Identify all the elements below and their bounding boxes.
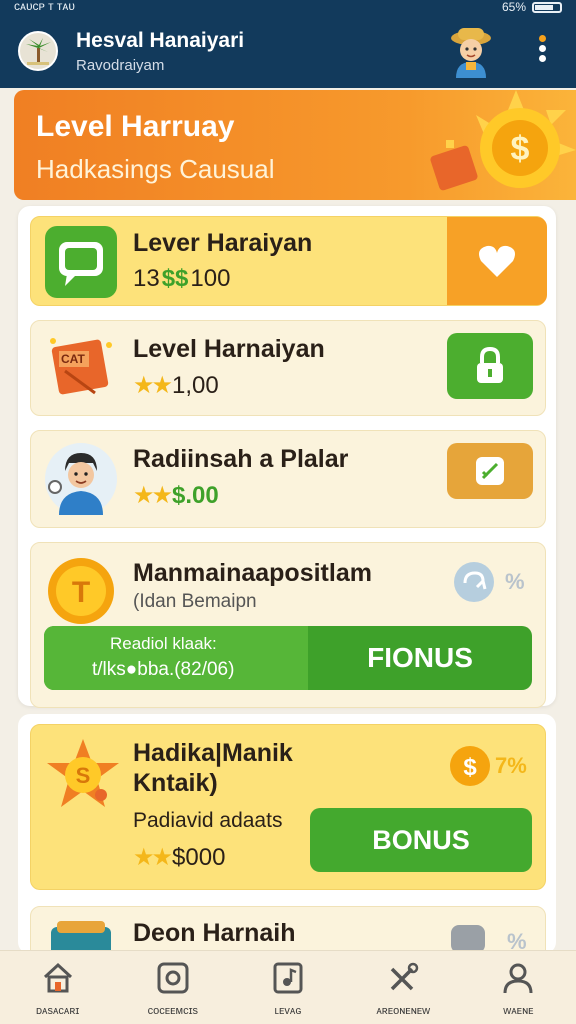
bottom-nav: ᴅᴀsᴀᴄᴀʀɪ ᴄᴏᴄᴇᴇᴍᴄɪs ʟᴇᴠᴀɢ ᴀʀᴇᴏɴᴇɴᴇᴡ ᴡᴀᴇɴᴇ [0, 950, 576, 1024]
banner-subtitle: Hadkasings Causual [36, 154, 275, 184]
list-item[interactable]: Radiinsah a Plalar ★★ $.00 [30, 430, 546, 528]
nav-label: ᴡᴀᴇɴᴇ [503, 1005, 534, 1017]
item-value: ★★ $000 [133, 843, 226, 872]
star-coin-icon: S [47, 739, 119, 807]
nav-label: ʟᴇᴠᴀɢ [274, 1005, 302, 1017]
heart-icon [479, 245, 515, 277]
list-item[interactable]: CAT Level Harnaiyan ★★ 1,00 [30, 320, 546, 416]
bonus-button[interactable]: BONUS [310, 808, 532, 872]
item-value: ★★ $.00 [133, 481, 219, 510]
nav-item-tools[interactable]: ᴀʀᴇᴏɴᴇɴᴇᴡ [346, 951, 461, 1024]
level-banner[interactable]: Level Harruay Hadkasings Causual $ [14, 90, 576, 200]
list-item[interactable]: Lever Haraiyan 13 $$ 100 [30, 216, 547, 306]
nav-label: ᴅᴀsᴀᴄᴀʀɪ [35, 1005, 80, 1017]
palm-logo-icon [18, 31, 58, 71]
sun-coin-icon: $ [430, 90, 576, 191]
coin-icon: T [48, 558, 114, 624]
status-bar: ᴄᴀᴜᴄᴘ ᴛ ᴛᴀᴜ 65% [0, 0, 576, 14]
item-value: ★★ 1,00 [133, 371, 219, 400]
nav-item-home[interactable]: ᴅᴀsᴀᴄᴀʀɪ [0, 951, 115, 1024]
svg-text:$: $ [463, 754, 477, 781]
lock-icon [477, 347, 503, 383]
bonus-line2: t/lks●bba.(82/06) [92, 659, 235, 680]
chat-icon [45, 226, 117, 298]
status-text: ᴄᴀᴜᴄᴘ ᴛ ᴛᴀᴜ [14, 0, 75, 13]
item-value: 13 $$ 100 [133, 265, 231, 292]
app-header: Hesval Hanaiyari Ravodraiyam [0, 14, 576, 88]
item-name-line1: Hadika|Manik [133, 739, 293, 767]
app-subtitle: Ravodraiyam [76, 56, 165, 74]
music-icon [273, 962, 303, 994]
more-menu-icon[interactable] [534, 32, 550, 72]
svg-text:$: $ [511, 130, 530, 168]
avatar-icon [45, 443, 117, 515]
edit-icon [476, 457, 504, 485]
battery-text: 65% [501, 0, 526, 14]
item-name: Level Harnaiyan [133, 335, 325, 363]
nav-item-music[interactable]: ʟᴇᴠᴀɢ [230, 951, 345, 1024]
item-name: Radiinsah a Plalar [133, 445, 349, 473]
item-name: Deon Harnaih [133, 919, 296, 947]
target-icon [157, 962, 189, 994]
app-title: Hesval Hanaiyari [76, 28, 245, 52]
item-name-line2: Kntaik) [133, 769, 218, 797]
nav-label: ᴀʀᴇᴏɴᴇɴᴇᴡ [376, 1005, 431, 1017]
svg-text:S: S [76, 763, 91, 788]
bonus-info: Readiol klaak: t/lks●bba.(82/06) [44, 626, 308, 690]
svg-text:CAT: CAT [61, 352, 85, 366]
nav-label: ᴄᴏᴄᴇᴇᴍᴄɪs [147, 1005, 198, 1017]
refresh-icon[interactable] [453, 561, 495, 603]
percent-label: % [505, 569, 525, 594]
lock-button[interactable] [447, 333, 533, 399]
banner-title: Level Harruay [36, 110, 235, 143]
heart-button[interactable] [447, 217, 547, 305]
crate-icon: CAT [50, 338, 112, 395]
item-subtitle: (Idan Bemaipn [133, 591, 257, 612]
dollar-badge-icon: $ [450, 746, 490, 786]
profile-icon [503, 963, 533, 994]
nav-item-profile[interactable]: ᴡᴀᴇɴᴇ [461, 951, 576, 1024]
bonus-bar[interactable]: Readiol klaak: t/lks●bba.(82/06) FIONUS [44, 626, 532, 690]
explorer-avatar-icon[interactable] [446, 24, 496, 78]
battery-icon [532, 1, 562, 13]
item-subtitle: Padiavid adaats [133, 809, 283, 832]
svg-text:T: T [72, 576, 90, 609]
nav-item-target[interactable]: ᴄᴏᴄᴇᴇᴍᴄɪs [115, 951, 230, 1024]
bonus-line1: Readiol klaak: [110, 634, 217, 653]
item-name: Lever Haraiyan [133, 229, 313, 257]
percent-label: 7% [495, 753, 527, 778]
edit-button[interactable] [447, 443, 533, 499]
bonus-claim-button[interactable]: FIONUS [308, 626, 532, 690]
home-icon [43, 962, 72, 993]
tag-icon [451, 925, 485, 953]
item-name: Manmainaapositlam [133, 559, 372, 587]
tools-icon [390, 962, 419, 991]
